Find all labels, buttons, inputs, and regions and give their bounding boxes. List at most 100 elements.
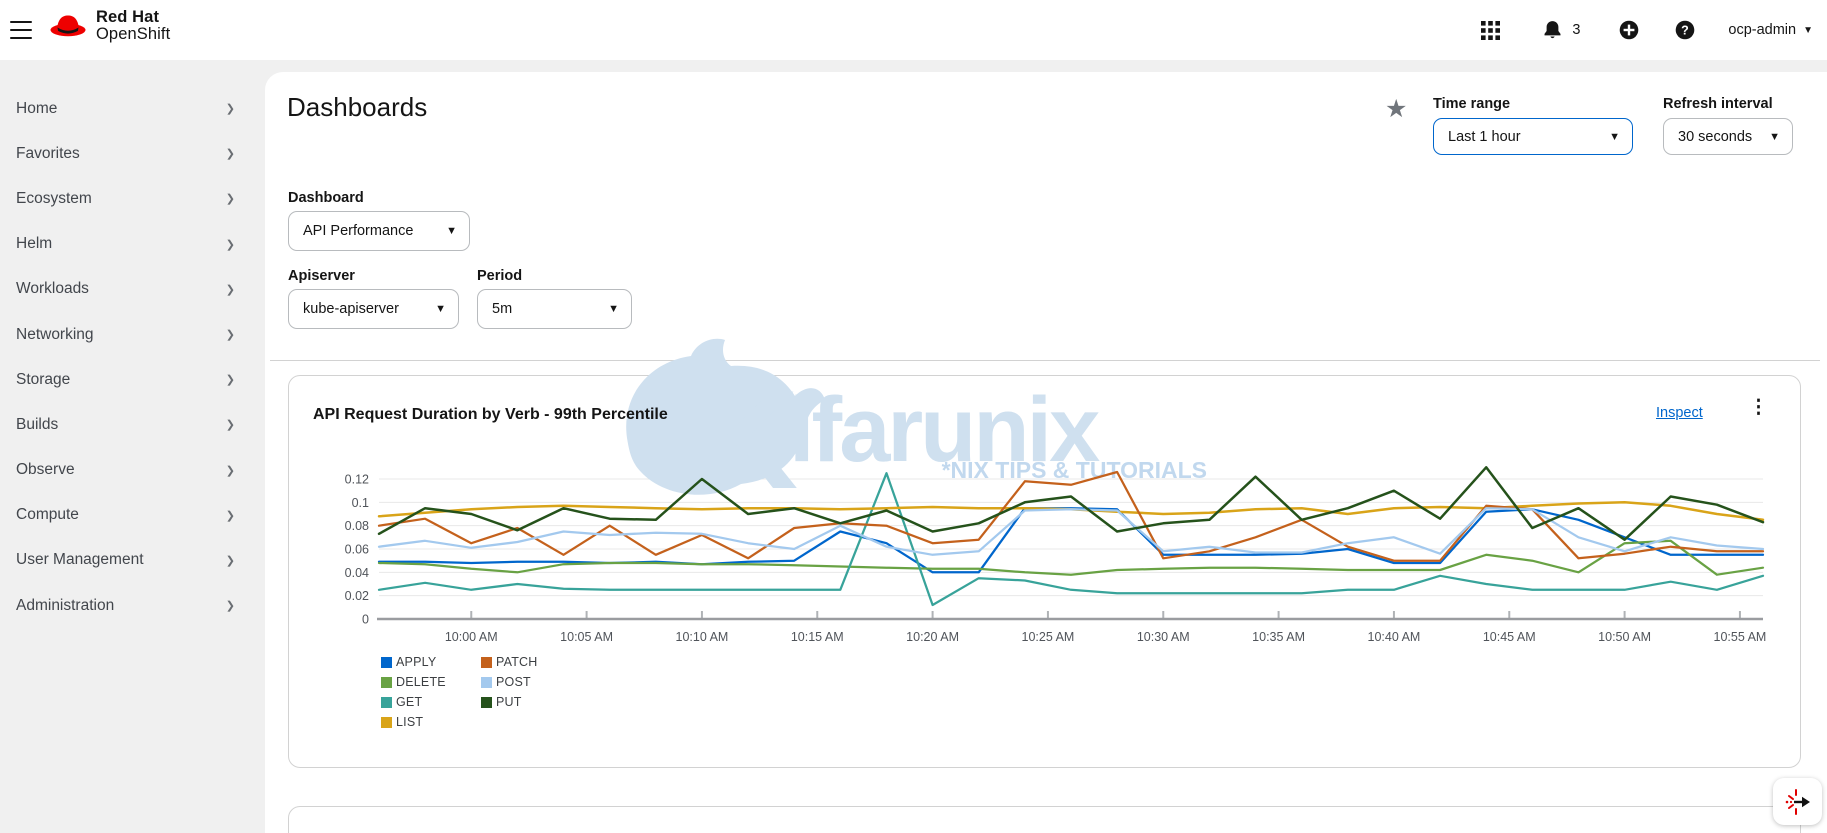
svg-text:10:15 AM: 10:15 AM <box>791 630 844 644</box>
time-range-select[interactable]: Last 1 hour ▼ <box>1433 118 1633 155</box>
masthead-toolbar: 3 ? ocp-admin ▼ <box>1477 0 1813 60</box>
user-menu[interactable]: ocp-admin <box>1728 22 1796 38</box>
legend-item-patch[interactable]: PATCH <box>481 652 581 672</box>
notifications-bell-icon[interactable] <box>1539 17 1565 43</box>
help-question-circle-icon[interactable]: ? <box>1672 17 1698 43</box>
kifarunix-watermark: Kifarunix*NIX TIPS & TUTORIALS <box>626 338 1207 518</box>
brand-line2: OpenShift <box>96 25 171 43</box>
caret-down-icon: ▼ <box>1769 130 1780 143</box>
redhat-openshift-logo: Red Hat OpenShift <box>48 9 170 43</box>
kebab-menu-icon[interactable]: ⋮ <box>1749 398 1768 417</box>
legend-label: POST <box>496 675 531 689</box>
svg-text:0.02: 0.02 <box>345 589 369 603</box>
sidebar-item-administration[interactable]: Administration ❯ <box>0 583 265 628</box>
legend-item-apply[interactable]: APPLY <box>381 652 481 672</box>
legend-label: GET <box>396 695 423 709</box>
sidebar-item-label: Ecosystem <box>16 189 92 207</box>
caret-down-icon: ▼ <box>435 303 446 315</box>
sidebar-item-user-management[interactable]: User Management ❯ <box>0 538 265 583</box>
chart-title: API Request Duration by Verb - 99th Perc… <box>313 406 668 423</box>
add-plus-circle-icon[interactable] <box>1616 17 1642 43</box>
svg-text:10:00 AM: 10:00 AM <box>445 630 498 644</box>
notification-count-badge[interactable]: 3 <box>1572 22 1580 38</box>
legend-item-get[interactable]: GET <box>381 692 481 712</box>
sidebar-item-label: Workloads <box>16 280 89 298</box>
svg-text:10:05 AM: 10:05 AM <box>560 630 613 644</box>
svg-text:0.1: 0.1 <box>352 496 369 510</box>
chevron-right-icon: ❯ <box>225 419 235 432</box>
caret-down-icon: ▼ <box>1609 130 1620 143</box>
svg-text:0.04: 0.04 <box>345 566 369 580</box>
svg-text:0.06: 0.06 <box>345 543 369 557</box>
sidebar-item-label: Networking <box>16 325 94 343</box>
chevron-right-icon: ❯ <box>225 600 235 613</box>
sidebar-item-compute[interactable]: Compute ❯ <box>0 493 265 538</box>
series-line-delete <box>377 539 1765 576</box>
user-menu-caret-down-icon[interactable]: ▼ <box>1803 25 1813 36</box>
refresh-interval-label: Refresh interval <box>1663 96 1773 112</box>
sidebar-item-favorites[interactable]: Favorites ❯ <box>0 131 265 176</box>
svg-text:10:35 AM: 10:35 AM <box>1252 630 1305 644</box>
favorite-star-icon[interactable]: ★ <box>1385 94 1407 124</box>
sidebar-item-home[interactable]: Home ❯ <box>0 86 265 131</box>
sidebar-item-label: Favorites <box>16 144 80 162</box>
chevron-right-icon: ❯ <box>225 103 235 116</box>
apiserver-value: kube-apiserver <box>303 301 399 317</box>
sidebar-item-ecosystem[interactable]: Ecosystem ❯ <box>0 176 265 221</box>
page-title: Dashboards <box>287 92 428 122</box>
svg-text:10:10 AM: 10:10 AM <box>676 630 729 644</box>
chevron-right-icon: ❯ <box>225 148 235 161</box>
brand-text: Red Hat OpenShift <box>96 9 170 43</box>
legend-item-post[interactable]: POST <box>481 672 581 692</box>
sidebar-item-label: Builds <box>16 415 59 433</box>
chevron-right-icon: ❯ <box>225 283 235 296</box>
floating-capture-button[interactable] <box>1773 778 1822 825</box>
sidebar-item-storage[interactable]: Storage ❯ <box>0 357 265 402</box>
inspect-link[interactable]: Inspect <box>1656 405 1703 421</box>
legend-label: PATCH <box>496 655 538 669</box>
dashboard-label: Dashboard <box>288 190 364 206</box>
legend-label: LIST <box>396 715 424 729</box>
svg-text:0.08: 0.08 <box>345 519 369 533</box>
time-range-label: Time range <box>1433 96 1511 112</box>
sidebar-item-helm[interactable]: Helm ❯ <box>0 222 265 267</box>
sidebar-item-label: Storage <box>16 370 71 388</box>
legend-label: APPLY <box>396 655 437 669</box>
dashboard-select[interactable]: API Performance ▼ <box>288 211 470 251</box>
svg-text:10:20 AM: 10:20 AM <box>906 630 959 644</box>
chevron-right-icon: ❯ <box>225 464 235 477</box>
svg-text:?: ? <box>1682 23 1690 37</box>
chevron-right-icon: ❯ <box>225 554 235 567</box>
red-burst-arrow-icon <box>1785 788 1810 815</box>
sidebar-item-label: User Management <box>16 551 144 569</box>
sidebar-item-builds[interactable]: Builds ❯ <box>0 402 265 447</box>
legend-swatch <box>481 656 492 668</box>
svg-text:0: 0 <box>362 613 369 627</box>
nav-toggle-hamburger-icon[interactable] <box>10 21 32 39</box>
sidebar-item-label: Administration <box>16 596 115 614</box>
svg-text:10:50 AM: 10:50 AM <box>1598 630 1651 644</box>
svg-text:0.12: 0.12 <box>345 473 369 487</box>
refresh-interval-select[interactable]: 30 seconds ▼ <box>1663 118 1793 155</box>
sidebar-item-observe[interactable]: Observe ❯ <box>0 448 265 493</box>
refresh-interval-value: 30 seconds <box>1678 128 1753 145</box>
sidebar-item-label: Home <box>16 99 58 117</box>
apiserver-select[interactable]: kube-apiserver ▼ <box>288 289 459 329</box>
legend-item-list[interactable]: LIST <box>381 712 481 732</box>
legend-item-delete[interactable]: DELETE <box>381 672 481 692</box>
sidebar-item-workloads[interactable]: Workloads ❯ <box>0 267 265 312</box>
side-navigation: Home ❯ Favorites ❯ Ecosystem ❯ Helm ❯ Workloads ❯… <box>0 60 265 833</box>
period-select[interactable]: 5m ▼ <box>477 289 632 329</box>
caret-down-icon: ▼ <box>446 225 457 237</box>
legend-swatch <box>381 656 392 668</box>
sidebar-item-networking[interactable]: Networking ❯ <box>0 312 265 357</box>
svg-text:*NIX TIPS & TUTORIALS: *NIX TIPS & TUTORIALS <box>942 457 1207 483</box>
svg-text:10:25 AM: 10:25 AM <box>1022 630 1075 644</box>
period-value: 5m <box>492 301 513 317</box>
svg-text:10:40 AM: 10:40 AM <box>1368 630 1421 644</box>
legend-swatch <box>381 676 392 688</box>
chart-legend: APPLY DELETE GET LIST PATCH POST PUT <box>381 652 581 732</box>
caret-down-icon: ▼ <box>608 303 619 315</box>
app-launcher-grid-icon[interactable] <box>1477 17 1503 43</box>
legend-item-put[interactable]: PUT <box>481 692 581 712</box>
